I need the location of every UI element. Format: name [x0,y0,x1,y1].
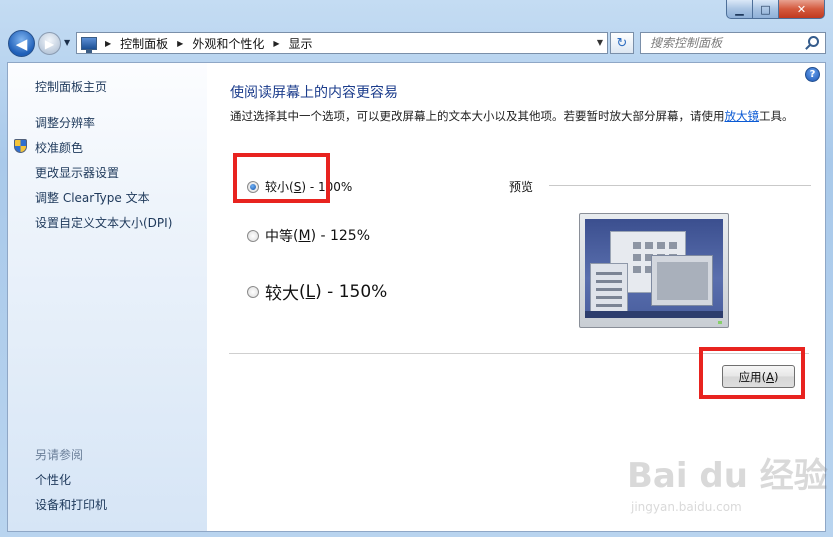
sidebar-item-display-settings[interactable]: 更改显示器设置 [35,164,119,181]
baidu-watermark: Bai du 经验 jingyan.baidu.com [627,448,828,514]
option-larger[interactable]: 较大(L) - 150% [247,279,387,304]
description-text-end: 工具。 [759,109,794,123]
description-text: 通过选择其中一个选项，可以更改屏幕上的文本大小以及其他项。若要暂时放大部分屏幕，… [230,109,725,123]
back-arrow-icon: ◀ [15,34,28,53]
refresh-icon: ↻ [616,35,628,51]
window-frame: ▁ □ ✕ ◀ ▶ ▼ ▶ 控制面板 ▶ 外观和个性化 ▶ 显示 ▼ ↻ 控制面… [0,0,833,537]
sidebar-item-personalization[interactable]: 个性化 [35,471,71,488]
option-medium-mnemonic: M [298,228,311,244]
address-dropdown-icon[interactable]: ▼ [597,38,603,47]
navigation-bar: ◀ ▶ ▼ ▶ 控制面板 ▶ 外观和个性化 ▶ 显示 ▼ ↻ [0,26,833,62]
refresh-button[interactable]: ↻ [610,32,634,54]
option-medium-value: - 125% [320,228,371,244]
breadcrumb-control-panel[interactable]: 控制面板 [120,35,168,52]
sidebar-item-calibrate-color[interactable]: 校准颜色 [35,139,83,156]
sidebar-item-custom-dpi[interactable]: 设置自定义文本大小(DPI) [35,214,172,231]
preview-taskbar [585,311,723,318]
option-larger-value: - 150% [327,281,388,302]
maximize-icon: □ [760,2,771,16]
caption-controls: ▁ □ ✕ [726,0,825,19]
option-larger-mnemonic: L [305,281,316,302]
help-icon[interactable]: ? [805,67,820,82]
watermark-url: jingyan.baidu.com [631,500,742,514]
search-icon[interactable] [808,36,819,47]
shield-icon [14,139,27,153]
sidebar-item-home[interactable]: 控制面板主页 [35,78,107,95]
preview-window-front [651,255,713,306]
minimize-icon: ▁ [735,2,744,16]
breadcrumb-display[interactable]: 显示 [289,35,313,52]
page-description: 通过选择其中一个选项，可以更改屏幕上的文本大小以及其他项。若要暂时放大部分屏幕，… [230,108,802,124]
forward-button[interactable]: ▶ [38,32,61,55]
breadcrumb-chevron-icon[interactable]: ▶ [273,39,279,48]
page-title: 使阅读屏幕上的内容更容易 [230,85,398,101]
minimize-button[interactable]: ▁ [726,0,753,19]
address-bar[interactable]: ▶ 控制面板 ▶ 外观和个性化 ▶ 显示 ▼ [76,32,608,54]
control-panel-icon [81,36,97,53]
forward-arrow-icon: ▶ [44,36,55,51]
maximize-button[interactable]: □ [753,0,779,19]
watermark-brand: Bai du 经验 [627,456,828,496]
close-icon: ✕ [796,2,807,16]
option-medium[interactable]: 中等(M) - 125% [247,226,370,246]
preview-screen [585,219,723,318]
sidebar-item-cleartype[interactable]: 调整 ClearType 文本 [35,189,150,206]
breadcrumb-chevron-icon[interactable]: ▶ [177,39,183,48]
recent-pages-dropdown[interactable]: ▼ [64,38,70,47]
radio-larger[interactable] [247,285,259,298]
preview-label: 预览 [509,180,534,194]
option-medium-label: 中等 [265,229,293,245]
preview-monitor-image [579,213,729,328]
sidebar: 控制面板主页 调整分辨率 校准颜色 更改显示器设置 调整 ClearType 文… [8,63,207,531]
search-box[interactable] [640,32,826,54]
option-larger-label: 较大 [265,284,299,304]
radio-medium[interactable] [247,230,259,242]
sidebar-item-devices-printers[interactable]: 设备和打印机 [35,496,107,513]
breadcrumb-chevron-icon[interactable]: ▶ [105,39,111,48]
sidebar-item-resolution[interactable]: 调整分辨率 [35,114,95,131]
close-button[interactable]: ✕ [779,0,825,19]
highlight-box-option-smaller [233,153,330,203]
see-also-heading: 另请参阅 [35,448,84,462]
back-button[interactable]: ◀ [8,30,35,57]
preview-divider [549,185,811,186]
highlight-box-apply [699,347,805,399]
breadcrumb-appearance[interactable]: 外观和个性化 [192,35,264,52]
monitor-power-led [718,321,722,324]
preview-window-list [590,263,628,313]
magnifier-link[interactable]: 放大镜 [725,109,760,123]
search-input[interactable] [641,33,801,53]
